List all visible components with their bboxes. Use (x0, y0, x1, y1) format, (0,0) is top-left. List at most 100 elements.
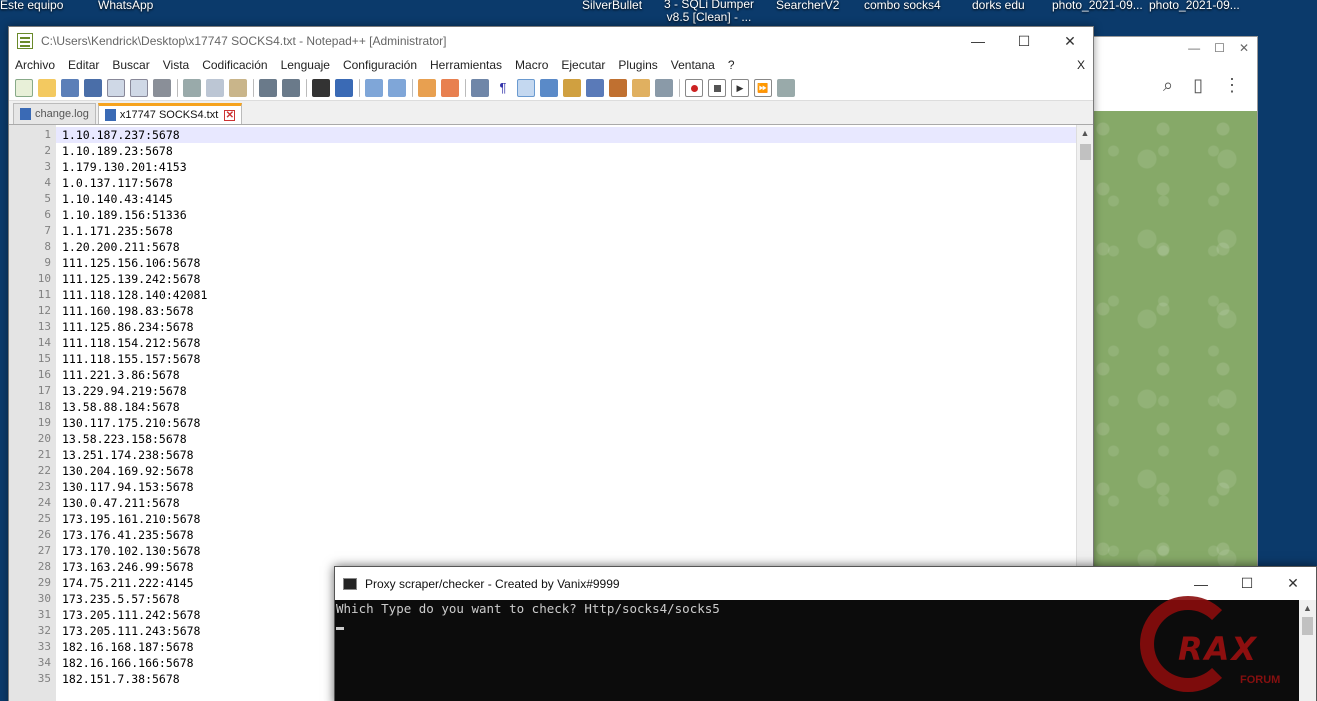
maximize-icon[interactable]: ☐ (1001, 27, 1047, 55)
menu-herramientas[interactable]: Herramientas (430, 58, 502, 72)
menu-help[interactable]: ? (728, 58, 735, 72)
code-line[interactable]: 13.58.223.158:5678 (56, 431, 1076, 447)
record-macro-icon[interactable] (685, 78, 703, 97)
scroll-thumb[interactable] (1080, 144, 1091, 160)
tab-change-log[interactable]: change.log (13, 103, 96, 124)
close-tab-icon[interactable]: ✕ (224, 109, 236, 121)
save-all-icon[interactable] (84, 78, 102, 97)
code-line[interactable]: 1.10.140.43:4145 (56, 191, 1076, 207)
code-line[interactable]: 130.117.175.210:5678 (56, 415, 1076, 431)
menu-buscar[interactable]: Buscar (112, 58, 149, 72)
line-number: 10 (37, 272, 51, 285)
folder-workspace-icon[interactable] (609, 78, 627, 97)
redo-icon[interactable] (282, 78, 300, 97)
paste-icon[interactable] (229, 78, 247, 97)
code-line[interactable]: 111.125.139.242:5678 (56, 271, 1076, 287)
code-line[interactable]: 111.125.86.234:5678 (56, 319, 1076, 335)
code-line[interactable]: 173.195.161.210:5678 (56, 511, 1076, 527)
menu-plugins[interactable]: Plugins (618, 58, 657, 72)
menu-configuracion[interactable]: Configuración (343, 58, 417, 72)
code-line[interactable]: 1.10.187.237:5678 (56, 127, 1076, 143)
menu-ejecutar[interactable]: Ejecutar (561, 58, 605, 72)
show-all-chars-icon[interactable]: ¶ (494, 78, 512, 97)
minimize-icon[interactable]: — (955, 27, 1001, 55)
desktop-icon-label[interactable]: photo_2021-09... (1149, 0, 1240, 12)
desktop-icon-label[interactable]: dorks edu (972, 0, 1025, 12)
menu-editar[interactable]: Editar (68, 58, 99, 72)
code-line[interactable]: 111.160.198.83:5678 (56, 303, 1076, 319)
menu-lenguaje[interactable]: Lenguaje (281, 58, 330, 72)
maximize-icon[interactable]: ☐ (1214, 41, 1225, 55)
code-line[interactable]: 13.251.174.238:5678 (56, 447, 1076, 463)
code-line[interactable]: 1.179.130.201:4153 (56, 159, 1076, 175)
code-line[interactable]: 130.204.169.92:5678 (56, 463, 1076, 479)
code-line[interactable]: 111.125.156.106:5678 (56, 255, 1076, 271)
function-list-icon[interactable] (586, 78, 604, 97)
code-line[interactable]: 13.229.94.219:5678 (56, 383, 1076, 399)
copy-icon[interactable] (206, 78, 224, 97)
code-line[interactable]: 111.118.155.157:5678 (56, 351, 1076, 367)
desktop-icon-label[interactable]: combo socks4 (864, 0, 941, 12)
close-document-button[interactable]: X (1077, 58, 1085, 72)
print-icon[interactable] (153, 78, 171, 97)
desktop-icon-label[interactable]: Este equipo (0, 0, 63, 12)
desktop-icon-label[interactable]: photo_2021-09... (1052, 0, 1143, 12)
word-wrap-icon[interactable] (471, 78, 489, 97)
menu-macro[interactable]: Macro (515, 58, 548, 72)
zoom-in-icon[interactable] (365, 78, 383, 97)
chat-toolbar: ⌕ ▯ ⋮ (1091, 59, 1257, 111)
folder-icon[interactable] (632, 78, 650, 97)
sync-vertical-icon[interactable] (418, 78, 436, 97)
close-file-icon[interactable] (107, 78, 125, 97)
sidebar-toggle-icon[interactable]: ▯ (1193, 75, 1203, 96)
scroll-up-icon[interactable]: ▲ (1077, 125, 1093, 142)
code-line[interactable]: 1.0.137.117:5678 (56, 175, 1076, 191)
code-line[interactable]: 130.117.94.153:5678 (56, 479, 1076, 495)
tab-socks4-file[interactable]: x17747 SOCKS4.txt ✕ (97, 103, 243, 124)
close-icon[interactable]: ✕ (1047, 27, 1093, 55)
new-file-icon[interactable] (15, 78, 33, 97)
desktop-icon-label[interactable]: SilverBullet (582, 0, 642, 12)
menu-codificacion[interactable]: Codificación (202, 58, 267, 72)
more-options-icon[interactable]: ⋮ (1223, 75, 1241, 96)
menu-vista[interactable]: Vista (163, 58, 189, 72)
code-line[interactable]: 111.221.3.86:5678 (56, 367, 1076, 383)
line-number: 4 (44, 176, 51, 189)
desktop-icon-label[interactable]: 3 - SQLi Dumper v8.5 [Clean] - ... (662, 0, 756, 24)
play-macro-icon[interactable]: ▶ (731, 78, 749, 97)
cut-icon[interactable] (183, 78, 201, 97)
code-line[interactable]: 111.118.128.140:42081 (56, 287, 1076, 303)
stop-macro-icon[interactable] (708, 78, 726, 97)
replace-icon[interactable] (335, 78, 353, 97)
desktop-icon-label[interactable]: WhatsApp (98, 0, 153, 12)
close-all-icon[interactable] (130, 78, 148, 97)
undo-icon[interactable] (259, 78, 277, 97)
minimize-icon[interactable]: — (1188, 41, 1200, 55)
user-lang-icon[interactable] (540, 78, 558, 97)
code-line[interactable]: 111.118.154.212:5678 (56, 335, 1076, 351)
save-macro-icon[interactable] (777, 78, 795, 97)
code-line[interactable]: 1.20.200.211:5678 (56, 239, 1076, 255)
zoom-out-icon[interactable] (388, 78, 406, 97)
doc-map-icon[interactable] (563, 78, 581, 97)
find-icon[interactable] (312, 78, 330, 97)
save-icon[interactable] (61, 78, 79, 97)
open-file-icon[interactable] (38, 78, 56, 97)
menu-ventana[interactable]: Ventana (671, 58, 715, 72)
code-line[interactable]: 1.10.189.23:5678 (56, 143, 1076, 159)
run-macro-multiple-icon[interactable]: ⏩ (754, 78, 772, 97)
line-number: 28 (37, 560, 51, 573)
code-line[interactable]: 173.170.102.130:5678 (56, 543, 1076, 559)
monitor-icon[interactable] (655, 78, 673, 97)
code-line[interactable]: 1.10.189.156:51336 (56, 207, 1076, 223)
code-line[interactable]: 130.0.47.211:5678 (56, 495, 1076, 511)
code-line[interactable]: 1.1.171.235:5678 (56, 223, 1076, 239)
sync-horizontal-icon[interactable] (441, 78, 459, 97)
desktop-icon-label[interactable]: SearcherV2 (776, 0, 839, 12)
menu-archivo[interactable]: Archivo (15, 58, 55, 72)
code-line[interactable]: 13.58.88.184:5678 (56, 399, 1076, 415)
search-icon[interactable]: ⌕ (1163, 75, 1173, 96)
close-icon[interactable]: ✕ (1239, 41, 1249, 55)
code-line[interactable]: 173.176.41.235:5678 (56, 527, 1076, 543)
indent-guide-icon[interactable] (517, 78, 535, 97)
